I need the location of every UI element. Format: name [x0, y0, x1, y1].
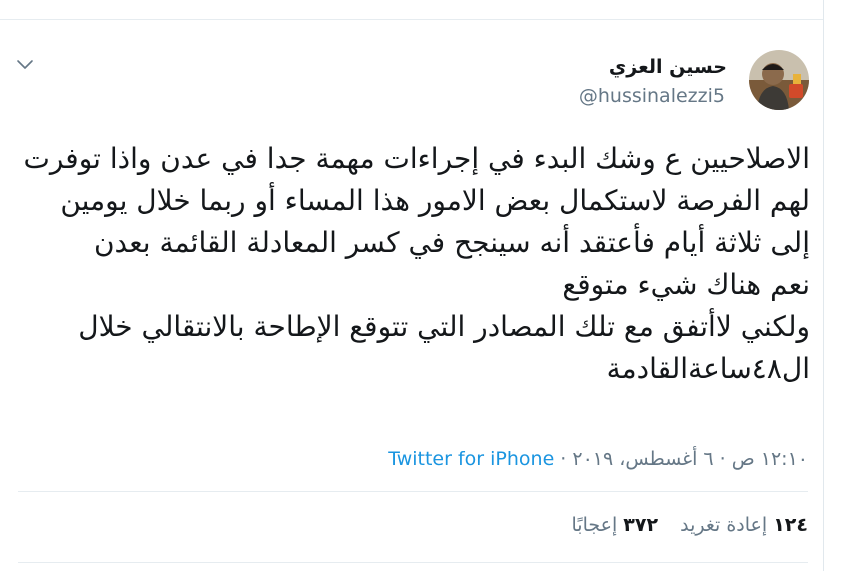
stats-bottom-divider	[18, 562, 808, 563]
user-avatar[interactable]	[749, 50, 809, 110]
chevron-down-icon[interactable]	[15, 57, 35, 73]
retweets-stat[interactable]: ١٢٤ إعادة تغريد	[680, 514, 808, 536]
stats-top-divider	[18, 491, 808, 492]
top-divider	[0, 19, 823, 20]
retweets-count: ١٢٤	[773, 514, 808, 536]
panel-border	[823, 0, 824, 571]
tweet-metadata: ١٢:١٠ ص · ٦ أغسطس، ٢٠١٩ · Twitter for iP…	[388, 448, 808, 470]
tweet-detail-panel: حسين العزي @hussinalezzi5 الاصلاحيين ع و…	[0, 0, 846, 571]
user-display-name[interactable]: حسين العزي	[609, 56, 727, 78]
user-handle[interactable]: @hussinalezzi5	[579, 85, 725, 107]
likes-count: ٣٧٢	[623, 514, 659, 536]
likes-label: إعجابًا	[571, 514, 618, 536]
meta-separator: ·	[554, 448, 573, 470]
tweet-text: الاصلاحيين ع وشك البدء في إجراءات مهمة ج…	[23, 142, 811, 385]
tweet-stats: ١٢٤ إعادة تغريد ٣٧٢ إعجابًا	[572, 514, 809, 536]
tweet-timestamp[interactable]: ١٢:١٠ ص · ٦ أغسطس، ٢٠١٩	[572, 448, 808, 470]
tweet-source-link[interactable]: Twitter for iPhone	[388, 448, 554, 470]
avatar-photo-icon	[749, 50, 809, 110]
retweets-label: إعادة تغريد	[680, 514, 768, 536]
likes-stat[interactable]: ٣٧٢ إعجابًا	[572, 514, 659, 536]
